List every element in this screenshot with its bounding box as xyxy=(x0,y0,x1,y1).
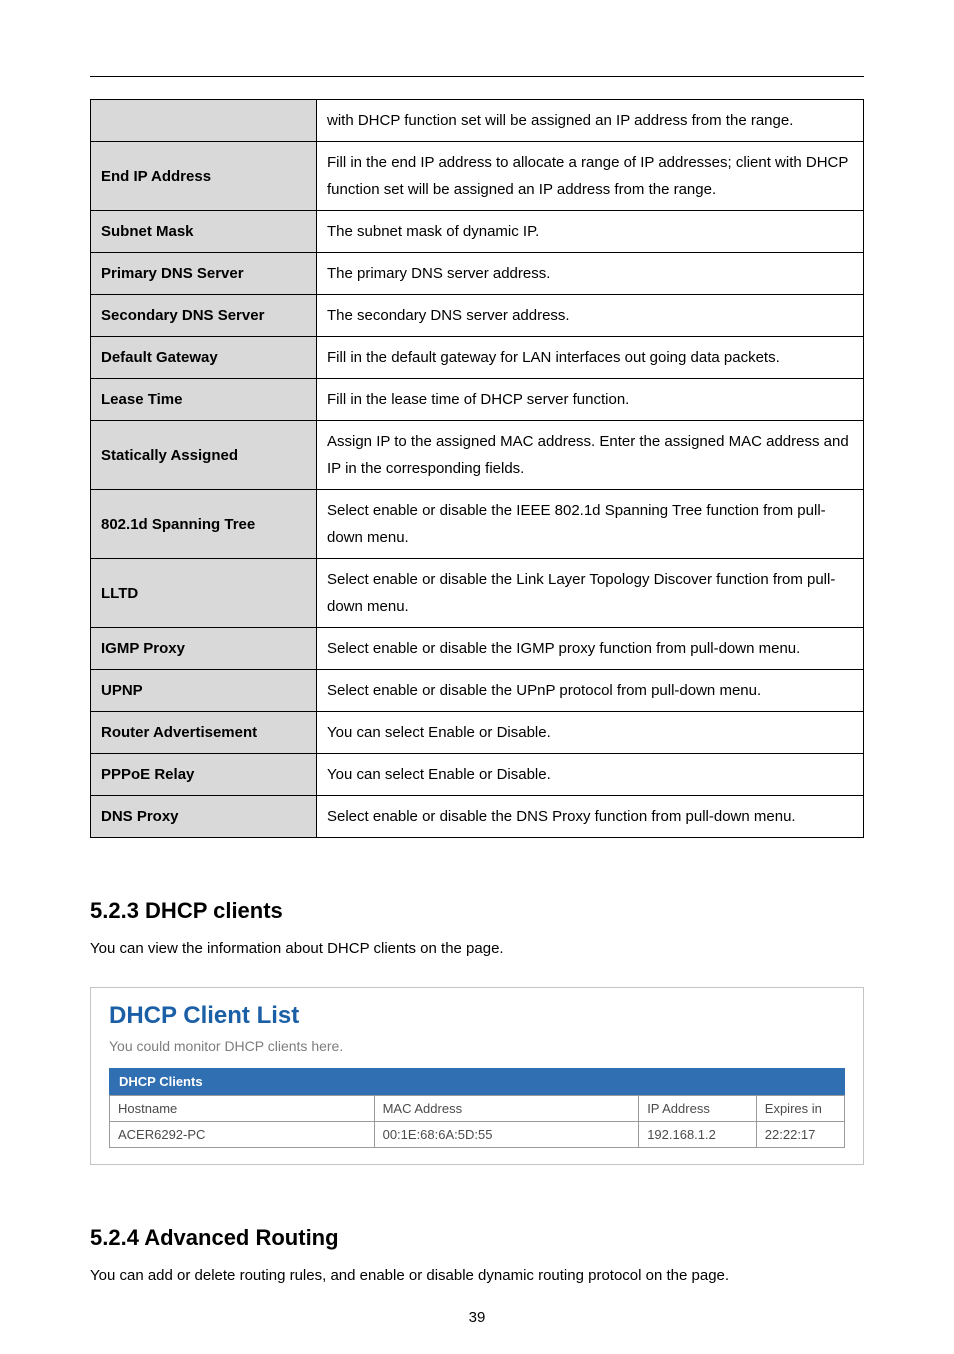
def-desc: The subnet mask of dynamic IP. xyxy=(317,211,864,253)
col-expires: Expires in xyxy=(756,1096,844,1122)
def-desc: Fill in the lease time of DHCP server fu… xyxy=(317,379,864,421)
def-label: DNS Proxy xyxy=(91,796,317,838)
def-label: Lease Time xyxy=(91,379,317,421)
table-row: Lease Time Fill in the lease time of DHC… xyxy=(91,379,864,421)
def-desc: Select enable or disable the DNS Proxy f… xyxy=(317,796,864,838)
cell-hostname: ACER6292-PC xyxy=(110,1122,375,1148)
table-row: Secondary DNS Server The secondary DNS s… xyxy=(91,295,864,337)
col-hostname: Hostname xyxy=(110,1096,375,1122)
cell-mac: 00:1E:68:6A:5D:55 xyxy=(374,1122,639,1148)
col-ip: IP Address xyxy=(639,1096,757,1122)
table-row: ACER6292-PC 00:1E:68:6A:5D:55 192.168.1.… xyxy=(110,1122,845,1148)
def-desc: Assign IP to the assigned MAC address. E… xyxy=(317,421,864,490)
def-label: LLTD xyxy=(91,559,317,628)
dhcp-client-table: Hostname MAC Address IP Address Expires … xyxy=(109,1095,845,1148)
section-intro: You can add or delete routing rules, and… xyxy=(90,1267,864,1284)
def-desc: You can select Enable or Disable. xyxy=(317,712,864,754)
def-label-blank xyxy=(91,100,317,142)
def-desc: Fill in the end IP address to allocate a… xyxy=(317,142,864,211)
table-row: IGMP Proxy Select enable or disable the … xyxy=(91,628,864,670)
table-row: Statically Assigned Assign IP to the ass… xyxy=(91,421,864,490)
def-desc: Fill in the default gateway for LAN inte… xyxy=(317,337,864,379)
definitions-table: with DHCP function set will be assigned … xyxy=(90,99,864,838)
panel-section-bar: DHCP Clients xyxy=(109,1068,845,1095)
def-desc: The primary DNS server address. xyxy=(317,253,864,295)
section-intro: You can view the information about DHCP … xyxy=(90,940,864,957)
table-row: UPNP Select enable or disable the UPnP p… xyxy=(91,670,864,712)
page-number: 39 xyxy=(0,1309,954,1326)
section-heading-dhcp-clients: 5.2.3 DHCP clients xyxy=(90,898,864,924)
table-row: 802.1d Spanning Tree Select enable or di… xyxy=(91,490,864,559)
table-row: PPPoE Relay You can select Enable or Dis… xyxy=(91,754,864,796)
def-desc: Select enable or disable the IGMP proxy … xyxy=(317,628,864,670)
def-desc: Select enable or disable the Link Layer … xyxy=(317,559,864,628)
col-mac: MAC Address xyxy=(374,1096,639,1122)
table-row: Subnet Mask The subnet mask of dynamic I… xyxy=(91,211,864,253)
table-row: Primary DNS Server The primary DNS serve… xyxy=(91,253,864,295)
def-label: Statically Assigned xyxy=(91,421,317,490)
def-desc: with DHCP function set will be assigned … xyxy=(317,100,864,142)
top-rule xyxy=(90,76,864,77)
table-row: LLTD Select enable or disable the Link L… xyxy=(91,559,864,628)
cell-ip: 192.168.1.2 xyxy=(639,1122,757,1148)
table-row: DNS Proxy Select enable or disable the D… xyxy=(91,796,864,838)
def-label: Router Advertisement xyxy=(91,712,317,754)
def-label: PPPoE Relay xyxy=(91,754,317,796)
def-label: Subnet Mask xyxy=(91,211,317,253)
def-label: UPNP xyxy=(91,670,317,712)
def-label: Default Gateway xyxy=(91,337,317,379)
cell-expires: 22:22:17 xyxy=(756,1122,844,1148)
def-label: End IP Address xyxy=(91,142,317,211)
def-label: Primary DNS Server xyxy=(91,253,317,295)
def-desc: Select enable or disable the IEEE 802.1d… xyxy=(317,490,864,559)
def-label: 802.1d Spanning Tree xyxy=(91,490,317,559)
table-row: Default Gateway Fill in the default gate… xyxy=(91,337,864,379)
section-heading-advanced-routing: 5.2.4 Advanced Routing xyxy=(90,1225,864,1251)
panel-subtitle: You could monitor DHCP clients here. xyxy=(109,1038,845,1054)
def-label: IGMP Proxy xyxy=(91,628,317,670)
def-desc: Select enable or disable the UPnP protoc… xyxy=(317,670,864,712)
table-row: Router Advertisement You can select Enab… xyxy=(91,712,864,754)
def-label: Secondary DNS Server xyxy=(91,295,317,337)
table-row: End IP Address Fill in the end IP addres… xyxy=(91,142,864,211)
table-row: with DHCP function set will be assigned … xyxy=(91,100,864,142)
def-desc: The secondary DNS server address. xyxy=(317,295,864,337)
dhcp-client-panel: DHCP Client List You could monitor DHCP … xyxy=(90,987,864,1165)
def-desc: You can select Enable or Disable. xyxy=(317,754,864,796)
panel-title: DHCP Client List xyxy=(109,1002,845,1030)
